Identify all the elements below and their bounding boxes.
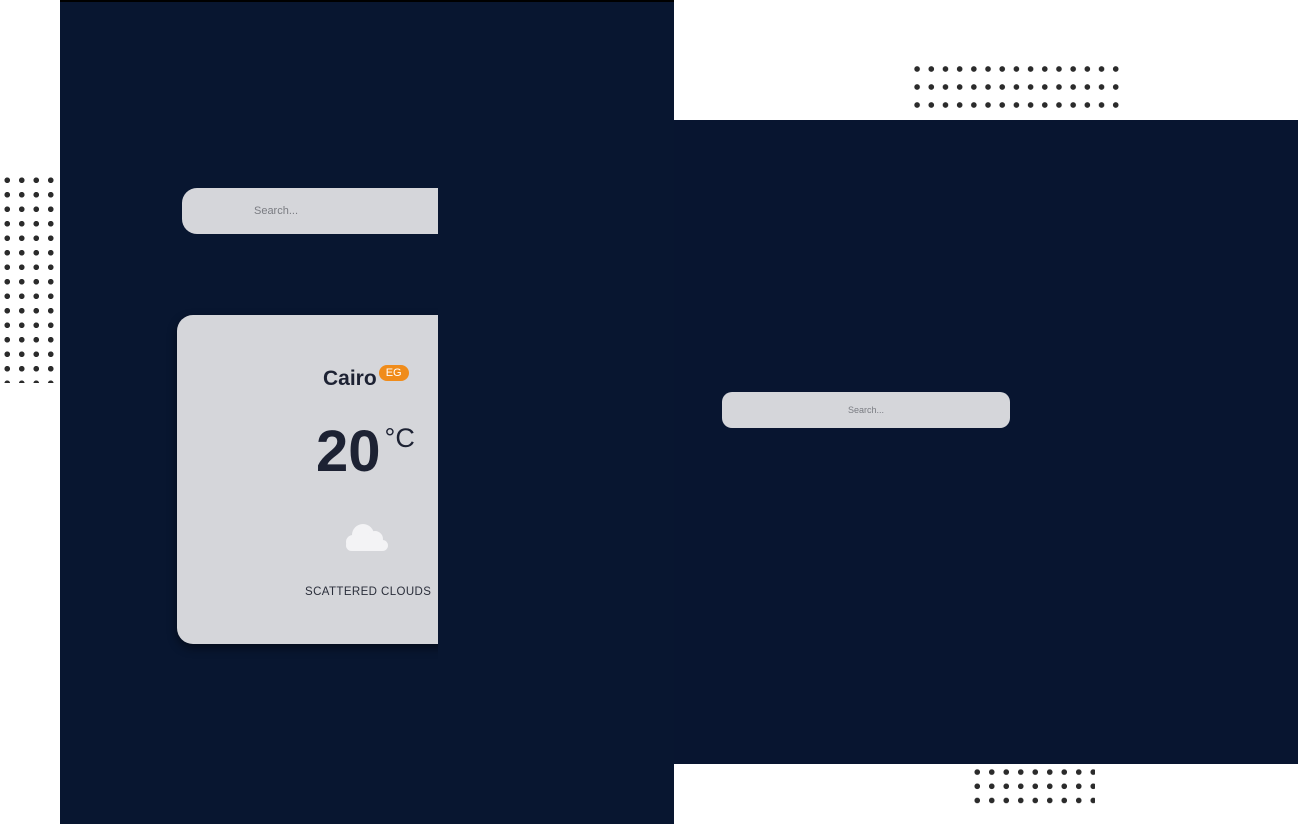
search-input-right[interactable] [722, 404, 1010, 416]
country-badge: EG [378, 365, 409, 381]
city-name: Cairo [323, 367, 377, 390]
cloud-icon [346, 524, 388, 551]
left-screen-viewport: Cairo EG 20 °C SCATTERED CLOUDS [60, 2, 438, 824]
search-bar-right[interactable] [722, 392, 1010, 428]
dot-pattern-top-right [910, 60, 1120, 122]
temperature-value: 20 [316, 419, 381, 484]
temperature-unit: °C [384, 423, 415, 453]
temperature-row: 20 °C [316, 421, 415, 483]
weather-app-screen-right [674, 120, 1298, 764]
search-bar-left[interactable] [126, 188, 438, 234]
weather-card: Cairo EG 20 °C SCATTERED CLOUDS [177, 315, 438, 644]
weather-description: SCATTERED CLOUDS [305, 586, 432, 598]
search-input-left[interactable] [126, 204, 428, 218]
dot-pattern-bottom-right [970, 765, 1095, 810]
location-row: Cairo EG [323, 365, 409, 391]
weather-app-screen-left: Cairo EG 20 °C SCATTERED CLOUDS [60, 0, 674, 824]
